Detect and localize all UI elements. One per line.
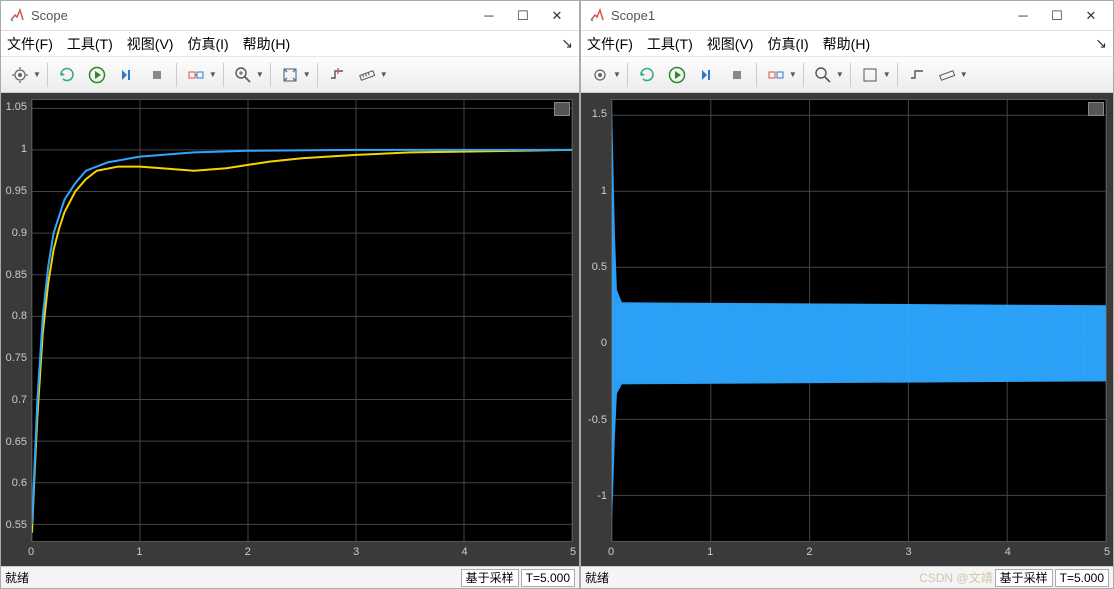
- maximize-button[interactable]: ☐: [1043, 3, 1071, 29]
- menu-view[interactable]: 视图(V): [707, 34, 754, 54]
- titlebar: Scope1 ─ ☐ ✕: [581, 1, 1113, 31]
- highlight-button[interactable]: [182, 61, 210, 89]
- x-axis: 012345: [31, 544, 573, 564]
- run-button[interactable]: [663, 61, 691, 89]
- dock-icon[interactable]: ↘: [561, 35, 573, 52]
- sampling-field: 基于采样: [461, 569, 519, 587]
- autoscale-button[interactable]: [276, 61, 304, 89]
- menu-tools[interactable]: 工具(T): [67, 34, 113, 54]
- stop-button[interactable]: [143, 61, 171, 89]
- close-button[interactable]: ✕: [543, 3, 571, 29]
- menu-file[interactable]: 文件(F): [587, 34, 633, 54]
- dropdown-icon[interactable]: ▼: [303, 70, 311, 79]
- dropdown-icon[interactable]: ▼: [789, 70, 797, 79]
- menu-file[interactable]: 文件(F): [7, 34, 53, 54]
- legend-toggle-icon[interactable]: [554, 102, 570, 116]
- matlab-icon: [589, 8, 605, 24]
- dock-icon[interactable]: ↘: [1095, 35, 1107, 52]
- y-axis: -1-0.500.511.5: [581, 99, 611, 542]
- window-title: Scope: [31, 8, 68, 23]
- dropdown-icon[interactable]: ▼: [256, 70, 264, 79]
- menu-sim[interactable]: 仿真(I): [767, 34, 808, 54]
- status-text: 就绪: [585, 569, 609, 586]
- watermark-text: CSDN @文靖: [919, 569, 993, 586]
- dropdown-icon[interactable]: ▼: [836, 70, 844, 79]
- measure-button[interactable]: [353, 61, 381, 89]
- menu-tools[interactable]: 工具(T): [647, 34, 693, 54]
- minimize-button[interactable]: ─: [1009, 3, 1037, 29]
- window-title: Scope1: [611, 8, 655, 23]
- dropdown-icon[interactable]: ▼: [33, 70, 41, 79]
- time-field: T=5.000: [1055, 569, 1109, 587]
- dropdown-icon[interactable]: ▼: [883, 70, 891, 79]
- trigger-button[interactable]: [903, 61, 931, 89]
- menubar: 文件(F) 工具(T) 视图(V) 仿真(I) 帮助(H) ↘: [1, 31, 579, 57]
- dropdown-icon[interactable]: ▼: [380, 70, 388, 79]
- legend-toggle-icon[interactable]: [1088, 102, 1104, 116]
- x-axis: 012345: [611, 544, 1107, 564]
- dropdown-icon[interactable]: ▼: [613, 70, 621, 79]
- menu-help[interactable]: 帮助(H): [823, 34, 870, 54]
- dropdown-icon[interactable]: ▼: [209, 70, 217, 79]
- settings-button[interactable]: [586, 61, 614, 89]
- menubar: 文件(F) 工具(T) 视图(V) 仿真(I) 帮助(H) ↘: [581, 31, 1113, 57]
- time-field: T=5.000: [521, 569, 575, 587]
- maximize-button[interactable]: ☐: [509, 3, 537, 29]
- restart-button[interactable]: [53, 61, 81, 89]
- close-button[interactable]: ✕: [1077, 3, 1105, 29]
- highlight-button[interactable]: [762, 61, 790, 89]
- plot-area: -1-0.500.511.5 012345: [581, 93, 1113, 566]
- settings-button[interactable]: [6, 61, 34, 89]
- plot-area: 0.550.60.650.70.750.80.850.90.9511.05 01…: [1, 93, 579, 566]
- step-button[interactable]: [113, 61, 141, 89]
- trigger-button[interactable]: [323, 61, 351, 89]
- statusbar: 就绪 基于采样 T=5.000: [1, 566, 579, 588]
- run-button[interactable]: [83, 61, 111, 89]
- dropdown-icon[interactable]: ▼: [960, 70, 968, 79]
- matlab-icon: [9, 8, 25, 24]
- step-button[interactable]: [693, 61, 721, 89]
- stop-button[interactable]: [723, 61, 751, 89]
- menu-help[interactable]: 帮助(H): [243, 34, 290, 54]
- y-axis: 0.550.60.650.70.750.80.850.90.9511.05: [1, 99, 31, 542]
- plot-canvas[interactable]: [31, 99, 573, 542]
- menu-view[interactable]: 视图(V): [127, 34, 174, 54]
- autoscale-button[interactable]: [856, 61, 884, 89]
- zoom-button[interactable]: [229, 61, 257, 89]
- plot-canvas[interactable]: [611, 99, 1107, 542]
- status-text: 就绪: [5, 569, 29, 586]
- titlebar: Scope ─ ☐ ✕: [1, 1, 579, 31]
- restart-button[interactable]: [633, 61, 661, 89]
- scope-window: Scope1 ─ ☐ ✕ 文件(F) 工具(T) 视图(V) 仿真(I) 帮助(…: [580, 0, 1114, 589]
- menu-sim[interactable]: 仿真(I): [187, 34, 228, 54]
- zoom-button[interactable]: [809, 61, 837, 89]
- toolbar: ▼ ▼ ▼ ▼ ▼: [1, 57, 579, 93]
- minimize-button[interactable]: ─: [475, 3, 503, 29]
- scope-window: Scope ─ ☐ ✕ 文件(F) 工具(T) 视图(V) 仿真(I) 帮助(H…: [0, 0, 580, 589]
- toolbar: ▼ ▼ ▼ ▼ ▼: [581, 57, 1113, 93]
- measure-button[interactable]: [933, 61, 961, 89]
- statusbar: 就绪 CSDN @文靖 基于采样 T=5.000: [581, 566, 1113, 588]
- sampling-field: 基于采样: [995, 569, 1053, 587]
